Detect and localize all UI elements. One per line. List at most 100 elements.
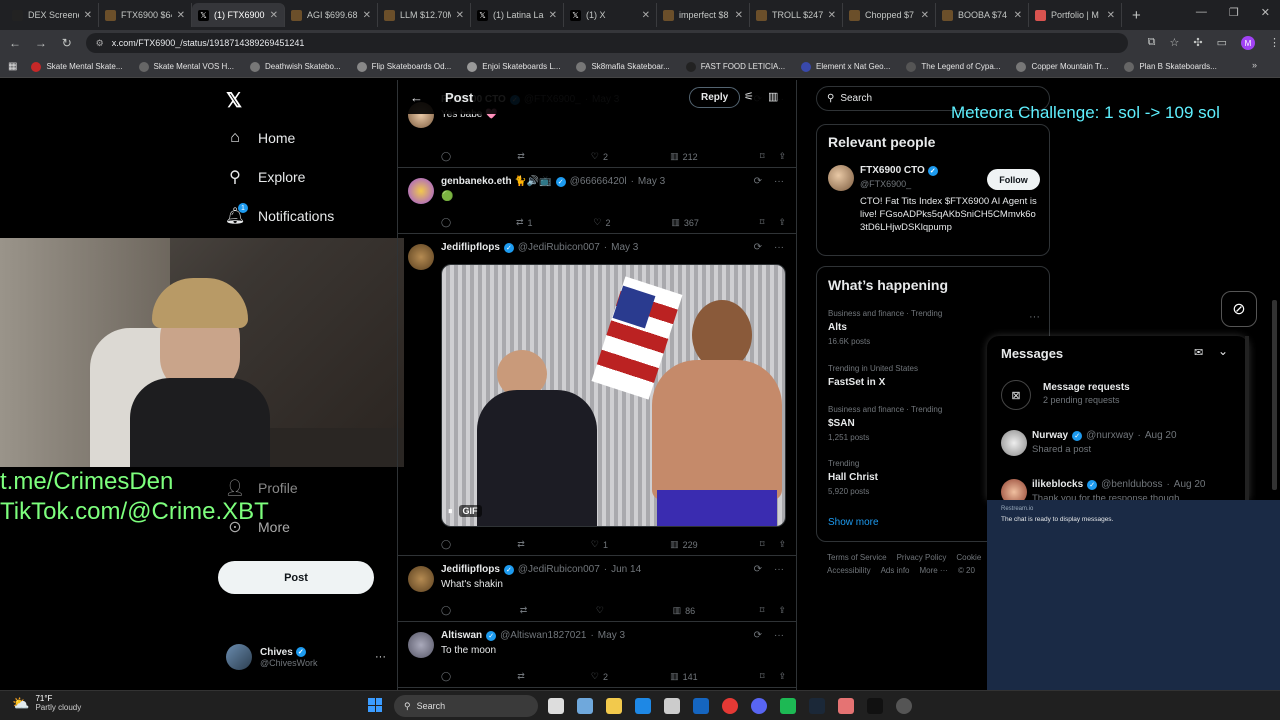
share-icon[interactable]: ⇪ [778, 671, 786, 682]
table-row[interactable]: Altiswan ✓ @Altiswan1827021 · May 3 ⟳ ··· To th… [398, 622, 796, 688]
views-action[interactable]: ▥ 141 [670, 671, 698, 682]
footer-link[interactable]: Terms of Service [827, 553, 887, 562]
repost-action[interactable]: ⇄ [517, 671, 529, 682]
message-requests-title[interactable]: Message requests [1043, 382, 1130, 393]
tweet-date[interactable]: May 3 [638, 176, 665, 187]
bookmark-icon[interactable]: ⌑ [760, 217, 765, 228]
steam-icon[interactable] [809, 698, 825, 714]
like-action[interactable]: ♡ [596, 605, 608, 616]
avatar[interactable] [408, 244, 434, 270]
maximize-icon[interactable]: ❐ [1229, 6, 1239, 19]
close-tab-icon[interactable]: ✕ [270, 10, 278, 21]
bookmark-star-icon[interactable]: ☆ [1170, 36, 1180, 50]
bookmark-item[interactable]: Copper Mountain Tr... [1016, 61, 1108, 72]
tweet-author[interactable]: genbaneko.eth 🐈🔊📺 [441, 176, 552, 187]
bookmark-item[interactable]: The Legend of Cypa... [906, 61, 1000, 72]
browser-menu-icon[interactable]: ⋮ [1269, 36, 1280, 50]
tweet-date[interactable]: Jun 14 [611, 564, 641, 575]
footer-link[interactable]: Ads info [881, 566, 910, 575]
tab-7[interactable]: imperfect $8 ✕ [657, 3, 750, 27]
reply-action[interactable]: ◯ [441, 151, 455, 162]
footer-link[interactable]: Privacy Policy [897, 553, 947, 562]
tab-1[interactable]: FTX6900 $64 ✕ [99, 3, 192, 27]
nav-home[interactable]: ⌂ Home [226, 129, 295, 147]
bookmark-icon[interactable]: ⌑ [760, 671, 765, 682]
more-icon[interactable]: ··· [774, 176, 784, 187]
like-action[interactable]: ♡ 2 [591, 671, 608, 682]
avatar[interactable] [408, 632, 434, 658]
tab-0[interactable]: DEX Screener ✕ [6, 3, 99, 27]
reply-button[interactable]: Reply [689, 87, 741, 108]
grok-icon[interactable]: ⊘ [1221, 291, 1257, 327]
filter-icon[interactable]: ⚟ [744, 90, 754, 103]
install-icon[interactable]: ⧉ [1148, 36, 1156, 50]
spotify-icon[interactable] [780, 698, 796, 714]
repost-action[interactable]: ⇄ [520, 605, 532, 616]
grok-icon[interactable]: ⟳ [754, 564, 762, 575]
conversation-item[interactable]: Nurway ✓ @nurxway · Aug 20 Shared a post [1001, 428, 1241, 468]
close-tab-icon[interactable]: ✕ [642, 10, 650, 21]
store-icon[interactable] [664, 698, 680, 714]
close-tab-icon[interactable]: ✕ [177, 10, 185, 21]
tab-2[interactable]: 𝕏 (1) FTX6900 ✕ [192, 3, 285, 27]
messages-scrollbar[interactable] [1245, 336, 1249, 500]
like-action[interactable]: ♡ 1 [591, 539, 608, 550]
show-more-link[interactable]: Show more [828, 517, 879, 528]
chrome-icon[interactable] [722, 698, 738, 714]
footer-link[interactable]: © 20 [958, 566, 975, 575]
folder-icon[interactable] [606, 698, 622, 714]
footer-link[interactable]: Cookie [956, 553, 981, 562]
grok-icon[interactable]: ⟳ [754, 176, 762, 187]
compose-post-button[interactable]: Post [218, 561, 374, 594]
share-icon[interactable]: ⇪ [778, 151, 786, 162]
views-action[interactable]: ▥ 86 [673, 605, 696, 616]
person-name-row[interactable]: FTX6900 CTO ✓ [860, 165, 938, 176]
tweet-date[interactable]: May 3 [611, 242, 638, 253]
account-switcher[interactable]: Chives ✓ @ChivesWork ··· [226, 644, 386, 670]
sidepanel-icon[interactable]: ▭ [1217, 36, 1227, 50]
pause-icon[interactable]: ⏸ [448, 506, 453, 517]
bookmark-item[interactable]: Enjoi Skateboards L... [467, 61, 560, 72]
tweet-author[interactable]: Altiswan [441, 630, 482, 641]
more-icon[interactable]: ··· [774, 564, 784, 575]
page-scrollbar[interactable] [1272, 300, 1277, 490]
bookmark-icon[interactable]: ⌑ [760, 151, 765, 162]
avatar[interactable] [828, 165, 854, 191]
bookmark-item[interactable]: Deathwish Skatebo... [249, 61, 341, 72]
share-icon[interactable]: ⇪ [778, 605, 786, 616]
bookmark-item[interactable]: FAST FOOD LETICIA... [685, 61, 785, 72]
copilot-icon[interactable] [577, 698, 593, 714]
close-tab-icon[interactable]: ✕ [921, 10, 929, 21]
tweet-date[interactable]: May 3 [598, 630, 625, 641]
avatar[interactable] [408, 566, 434, 592]
account-more-icon[interactable]: ··· [375, 651, 386, 663]
close-window-icon[interactable]: ✕ [1261, 6, 1270, 19]
nav-explore[interactable]: ⚲ Explore [226, 168, 305, 186]
close-tab-icon[interactable]: ✕ [84, 10, 92, 21]
new-tab-button[interactable]: + [1132, 7, 1141, 24]
edge-icon[interactable] [635, 698, 651, 714]
repost-action[interactable]: ⇄ 1 [516, 217, 533, 228]
obs-icon[interactable] [896, 698, 912, 714]
repost-action[interactable]: ⇄ [517, 539, 529, 550]
url-bar[interactable]: ⚙ x.com/FTX6900_/status/1918714389269451… [85, 33, 1128, 53]
forward-icon[interactable]: → [34, 36, 48, 50]
close-tab-icon[interactable]: ✕ [828, 10, 836, 21]
close-tab-icon[interactable]: ✕ [1014, 10, 1022, 21]
table-row[interactable]: Jediflipflops ✓ @JediRubicon007 · Jun 14 ⟳ ···… [398, 556, 796, 622]
back-icon[interactable]: ← [8, 36, 22, 50]
more-icon[interactable]: ··· [774, 242, 784, 253]
reply-action[interactable]: ◯ [441, 539, 455, 550]
bookmark-item[interactable]: Element x Nat Geo... [801, 61, 890, 72]
bookmark-item[interactable]: Sk8mafia Skateboar... [576, 61, 670, 72]
bookmark-icon[interactable]: ⌑ [760, 605, 765, 616]
grok-icon[interactable]: ⟳ [754, 242, 762, 253]
like-action[interactable]: ♡ 2 [593, 217, 610, 228]
reply-action[interactable]: ◯ [441, 217, 455, 228]
table-row[interactable]: genbaneko.eth 🐈🔊📺 ✓ @66666420l · May 3 ⟳ ··· 🟢 ◯… [398, 168, 796, 234]
tab-10[interactable]: BOOBA $74 ✕ [936, 3, 1029, 27]
close-tab-icon[interactable]: ✕ [363, 10, 371, 21]
tab-11[interactable]: Portfolio | M ✕ [1029, 3, 1122, 27]
reader-icon[interactable]: ▥ [768, 90, 778, 103]
nav-profile[interactable]: 👤︎ Profile [225, 479, 298, 497]
